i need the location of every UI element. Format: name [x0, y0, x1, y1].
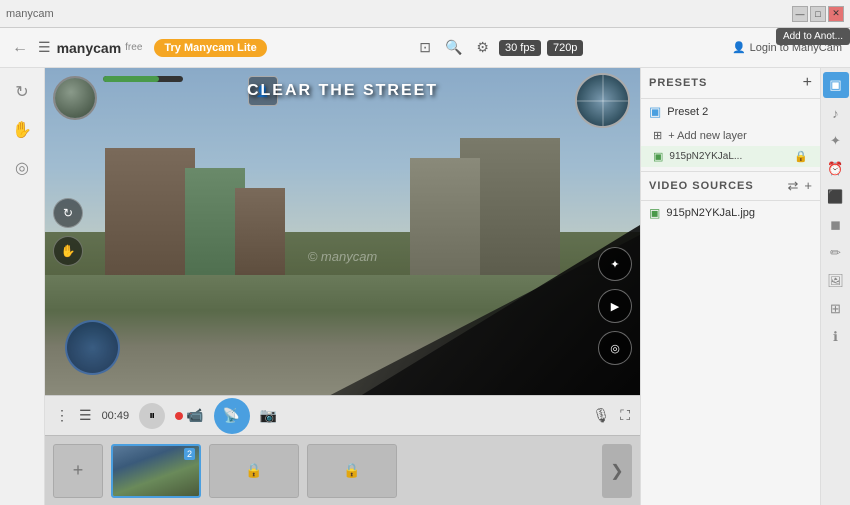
- more-options-icon[interactable]: ⋮: [55, 407, 69, 424]
- effects-panel-icon[interactable]: ✦: [823, 128, 849, 154]
- broadcast-button[interactable]: 📡: [214, 398, 250, 434]
- rotate-left-icon[interactable]: ↻: [6, 76, 38, 108]
- building-5: [235, 188, 285, 288]
- add-new-layer-button[interactable]: ⊞ + Add new layer: [641, 125, 820, 146]
- add-layer-label: + Add new layer: [668, 130, 747, 142]
- center-area: 👤 Clear the Street © manycam ↻: [45, 68, 640, 505]
- right-panel: PRESETS + ▣ Preset 2 ⊞ + Add new layer ▣…: [640, 68, 820, 505]
- preset-icon: ▣: [649, 104, 661, 120]
- fullscreen-button[interactable]: ⛶: [620, 407, 630, 424]
- layer-item[interactable]: ▣ 915pN2YKJaL... 🔒: [641, 146, 820, 167]
- minimize-button[interactable]: —: [792, 6, 808, 22]
- main-content: ↻ ✋ ◎: [0, 68, 850, 505]
- presets-label: PRESETS: [649, 77, 707, 89]
- resolution-badge: 720p: [547, 40, 583, 56]
- video-source-item[interactable]: ▣ 915pN2YKJaL.jpg: [641, 201, 820, 225]
- left-sidebar: ↻ ✋ ◎: [0, 68, 45, 505]
- brush-panel-icon[interactable]: ✏: [823, 240, 849, 266]
- hand-gesture-icon[interactable]: ✋: [6, 114, 38, 146]
- logo-free: free: [125, 42, 142, 53]
- title-bar: manycam — □ ✕ Add to Anot...: [0, 0, 850, 28]
- presets-header: PRESETS +: [641, 68, 820, 99]
- try-button[interactable]: Try Manycam Lite: [154, 39, 266, 57]
- vs-settings-icon[interactable]: ⇄: [788, 178, 799, 194]
- logo-area: manycam free: [57, 40, 143, 56]
- record-area: 📹: [175, 407, 203, 424]
- add-layer-button[interactable]: +: [53, 444, 103, 498]
- vs-file-icon: ▣: [649, 206, 660, 220]
- layer-locked-1: 🔒: [209, 444, 299, 498]
- image-panel-icon[interactable]: 🖼: [823, 268, 849, 294]
- title-bar-app: manycam: [6, 8, 54, 20]
- circle-select-icon[interactable]: ◎: [6, 152, 38, 184]
- info-panel-icon[interactable]: ℹ: [823, 324, 849, 350]
- video-toolbar: ⋮ ☰ 00:49 ⏸ 📹 📡 📷 🎙 ⛶: [45, 395, 640, 435]
- vs-add-icon[interactable]: +: [804, 178, 812, 194]
- layer-thumbnail-active[interactable]: 2: [111, 444, 201, 498]
- hamburger-button[interactable]: ☰: [38, 39, 51, 56]
- user-icon: 👤: [732, 41, 746, 54]
- preset-name: Preset 2: [667, 106, 708, 118]
- tooltip: Add to Anot...: [776, 28, 850, 45]
- mic-button[interactable]: 🎙: [592, 407, 610, 424]
- video-time: 00:49: [102, 410, 130, 422]
- camera-panel-icon[interactable]: ◼: [823, 212, 849, 238]
- far-right-panel: ▣ ♪ ✦ ⏰ ⬛ ◼ ✏ 🖼 ⊞ ℹ: [820, 68, 850, 505]
- video-area: 👤 Clear the Street © manycam ↻: [45, 68, 640, 395]
- maximize-button[interactable]: □: [810, 6, 826, 22]
- video-sources-label: VIDEO SOURCES: [649, 180, 754, 192]
- pause-button[interactable]: ⏸: [139, 403, 165, 429]
- fps-badge: 30 fps: [499, 40, 541, 56]
- layer-number: 2: [184, 448, 195, 460]
- record-dot: [175, 412, 183, 420]
- add-layer-icon: ⊞: [653, 129, 662, 142]
- layers-strip: + 2 🔒 🔒 ❯: [45, 435, 640, 505]
- zoom-icon[interactable]: 🔍: [441, 35, 466, 60]
- layers-panel-icon[interactable]: ▣: [823, 72, 849, 98]
- back-button[interactable]: ←: [8, 35, 32, 61]
- video-sources-controls: ⇄ +: [788, 178, 813, 194]
- crop-icon[interactable]: ⊡: [415, 35, 435, 60]
- list-view-icon[interactable]: ☰: [79, 407, 92, 424]
- layers-next-button[interactable]: ❯: [602, 444, 632, 498]
- record-button[interactable]: 📹: [186, 407, 203, 424]
- screen-panel-icon[interactable]: ⬛: [823, 184, 849, 210]
- layer-locked-2: 🔒: [307, 444, 397, 498]
- game-background: [45, 68, 640, 395]
- logo-text: manycam: [57, 40, 122, 56]
- broadcast-icon: 📡: [223, 407, 240, 424]
- vs-file-name: 915pN2YKJaL.jpg: [666, 207, 755, 219]
- layer-lock-icon: 🔒: [794, 150, 808, 163]
- title-bar-controls[interactable]: — □ ✕: [792, 6, 844, 22]
- title-bar-left: manycam: [6, 8, 54, 20]
- schedule-panel-icon[interactable]: ⏰: [823, 156, 849, 182]
- main-toolbar: ← ☰ manycam free Try Manycam Lite ⊡ 🔍 ⚙ …: [0, 28, 850, 68]
- layer-item-name: 915pN2YKJaL...: [669, 151, 788, 162]
- layer-video-icon: ▣: [653, 150, 663, 163]
- video-sources-header: VIDEO SOURCES ⇄ +: [641, 171, 820, 201]
- close-button[interactable]: ✕: [828, 6, 844, 22]
- building-4: [410, 158, 480, 288]
- snapshot-button[interactable]: 📷: [260, 407, 277, 424]
- preset-item[interactable]: ▣ Preset 2: [641, 99, 820, 125]
- audio-panel-icon[interactable]: ♪: [823, 100, 849, 126]
- settings-icon[interactable]: ⚙: [472, 35, 493, 60]
- grid-panel-icon[interactable]: ⊞: [823, 296, 849, 322]
- presets-add-button[interactable]: +: [803, 74, 812, 92]
